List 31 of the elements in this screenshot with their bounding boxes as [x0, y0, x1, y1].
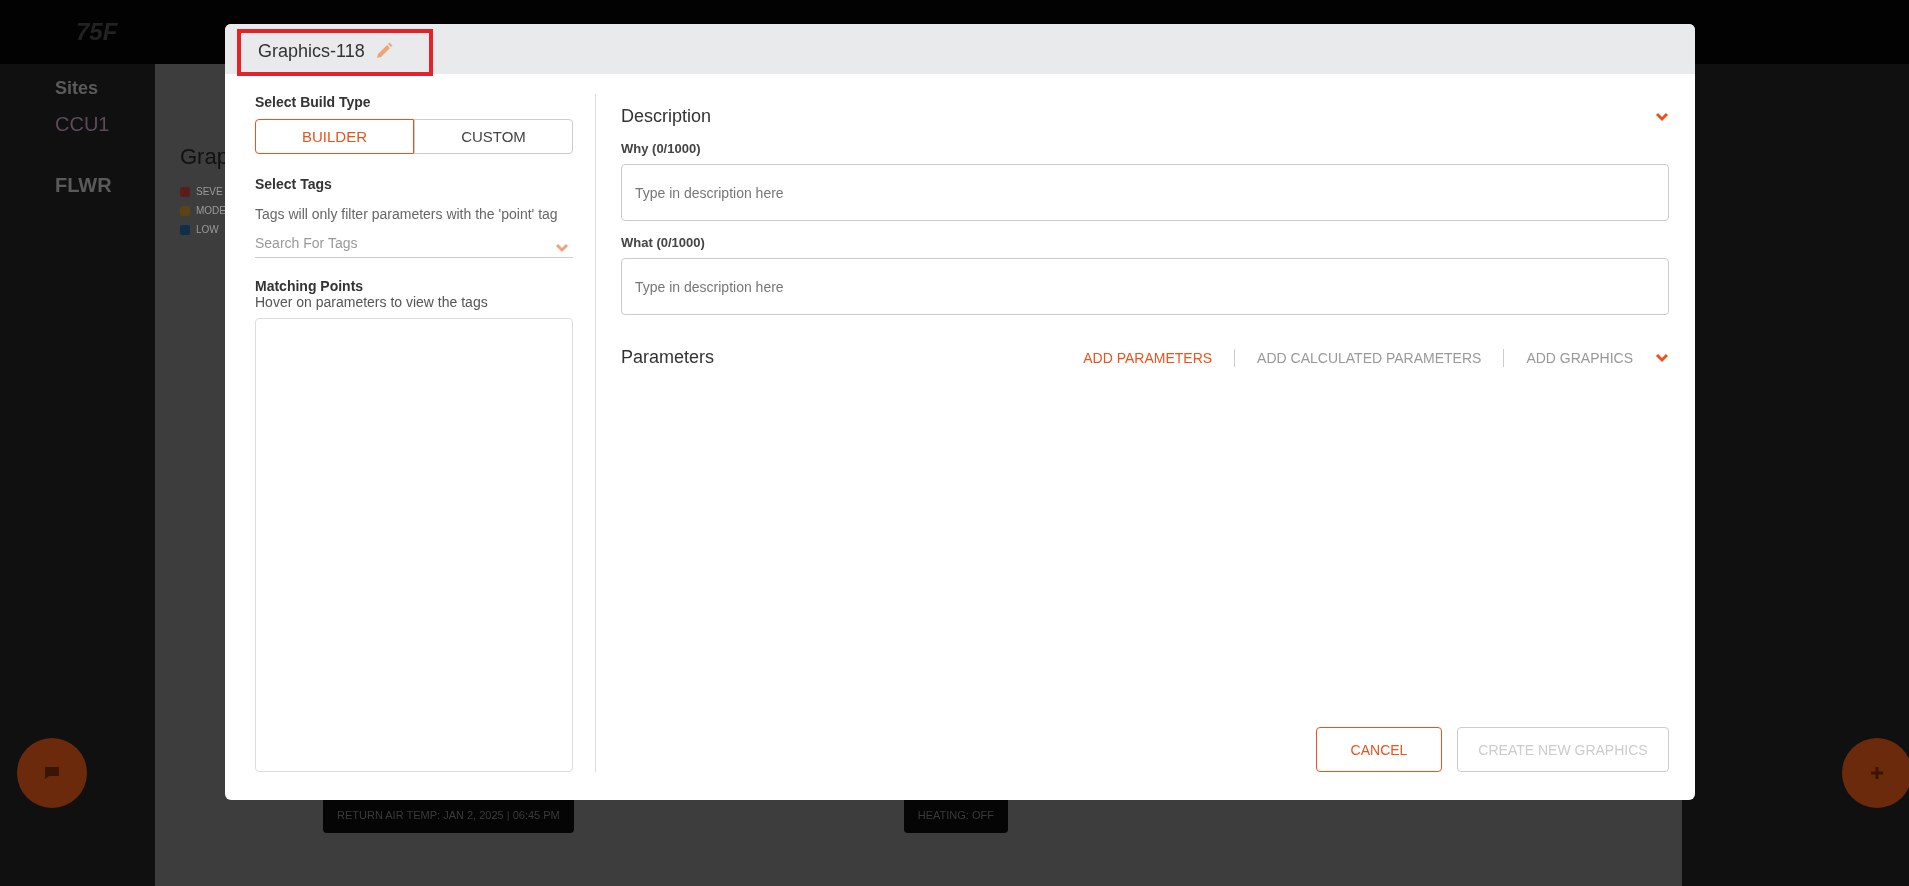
cancel-button[interactable]: CANCEL — [1316, 727, 1442, 772]
add-link[interactable]: ADD CALCULATED PARAMETERS — [1257, 349, 1482, 366]
chevron-down-icon[interactable] — [1655, 352, 1669, 363]
build-type-tab[interactable]: CUSTOM — [414, 119, 573, 154]
chevron-down-icon — [555, 243, 569, 253]
breadcrumb[interactable]: CCU1 — [55, 113, 155, 136]
chat-icon — [44, 765, 60, 781]
add-link[interactable]: ADD GRAPHICS — [1526, 349, 1633, 366]
field-label: What (0/1000) — [621, 235, 706, 250]
description-field[interactable]: Type in description here — [621, 164, 1669, 221]
pencil-icon[interactable] — [374, 42, 393, 60]
add-link[interactable]: ADD PARAMETERS — [1083, 349, 1213, 366]
dialog-title: Graphics-118 — [258, 40, 365, 62]
section-label: Select Build Type — [255, 94, 372, 110]
section-label: Select Tags — [255, 176, 333, 192]
hint-text: Hover on parameters to view the tags — [255, 294, 489, 310]
tag-search-field[interactable]: Search For Tags — [255, 235, 573, 258]
field-label: Why (0/1000) — [621, 141, 702, 156]
plus-icon — [1869, 765, 1885, 781]
legend-label: MODE — [196, 205, 226, 216]
build-type-tab[interactable]: BUILDER — [255, 119, 414, 154]
legend-label: LOW — [196, 224, 219, 235]
legend-label: SEVE — [196, 186, 223, 197]
nav-link[interactable]: Sites — [55, 78, 155, 99]
section-title: Parameters — [621, 347, 715, 368]
section-label: Matching Points — [255, 278, 365, 294]
chevron-down-icon[interactable] — [1655, 111, 1669, 122]
description-field[interactable]: Type in description here — [621, 258, 1669, 315]
floor-label: FLWR — [55, 174, 113, 197]
section-title: Description — [621, 106, 712, 127]
hint-text: Tags will only filter parameters with the 'point' tag — [255, 206, 559, 223]
